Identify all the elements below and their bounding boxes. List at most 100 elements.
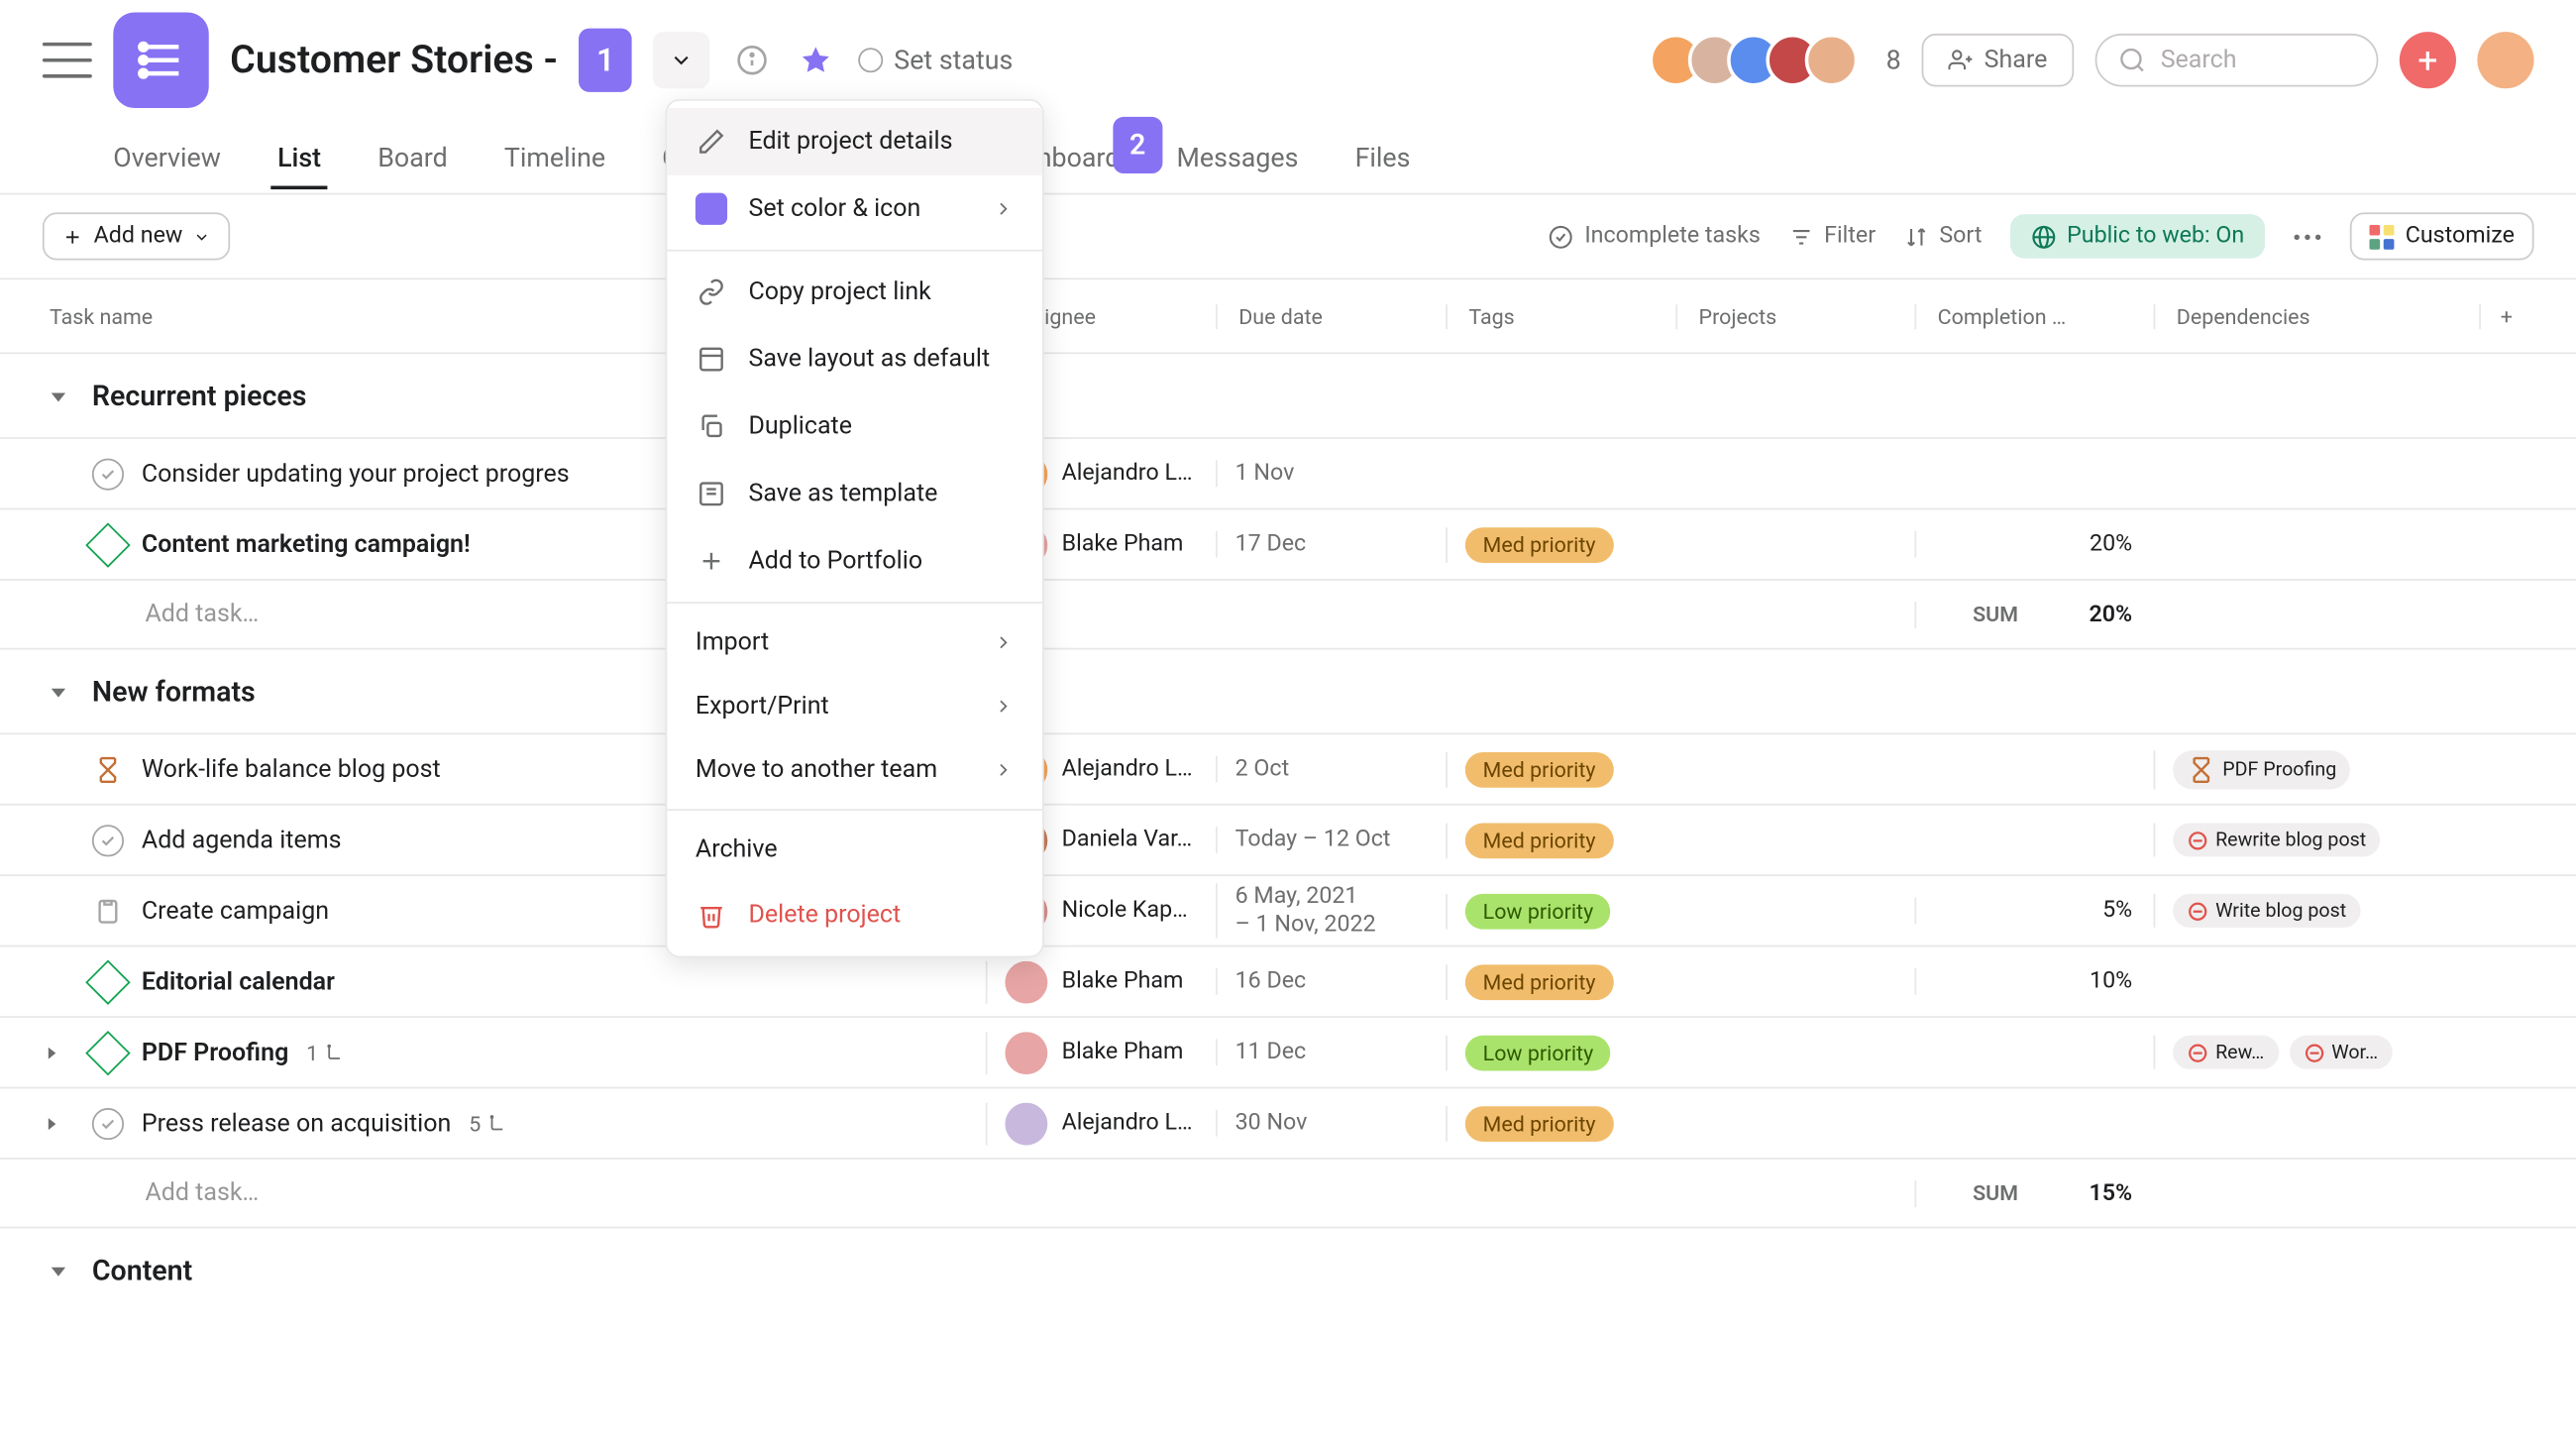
due-date-cell[interactable]: 6 May, 2021– 1 Nov, 2022 xyxy=(1216,883,1446,939)
add-task-placeholder: Add task… xyxy=(0,1178,986,1207)
color-swatch-icon xyxy=(696,193,727,225)
deps-cell[interactable]: Rew… Wor… xyxy=(2154,1036,2480,1069)
more-options[interactable] xyxy=(2294,233,2322,240)
share-button[interactable]: Share xyxy=(1922,34,2074,87)
assignee-cell[interactable]: Alejandro L… xyxy=(986,1102,1216,1145)
menu-export[interactable]: Export/Print xyxy=(667,674,1042,737)
due-date-cell[interactable]: 11 Dec xyxy=(1216,1039,1446,1066)
customize-button[interactable]: Customize xyxy=(2350,212,2533,260)
menu-add-portfolio[interactable]: Add to Portfolio xyxy=(667,527,1042,595)
task-complete-icon[interactable] xyxy=(92,458,124,490)
tab-list[interactable]: List xyxy=(270,127,328,187)
tab-files[interactable]: Files xyxy=(1347,127,1417,187)
task-row[interactable]: Work-life balance blog postAlejandro L…2… xyxy=(0,732,2576,803)
add-new-button[interactable]: Add new xyxy=(43,212,231,260)
assignee-cell[interactable]: Blake Pham xyxy=(986,960,1216,1003)
task-row[interactable]: Create campaignNicole Kap…6 May, 2021– 1… xyxy=(0,874,2576,944)
tab-board[interactable]: Board xyxy=(371,127,455,187)
set-status-button[interactable]: Set status xyxy=(859,45,1014,76)
sidebar-toggle[interactable] xyxy=(43,43,92,78)
completion-cell[interactable]: 10% xyxy=(1914,968,2153,995)
member-avatars[interactable] xyxy=(1649,34,1858,87)
col-dependencies[interactable]: Dependencies xyxy=(2154,303,2480,328)
col-completion[interactable]: Completion … xyxy=(1914,303,2153,328)
section-toggle-icon xyxy=(43,675,74,707)
dependency-pill[interactable]: Rewrite blog post xyxy=(2173,823,2380,856)
deps-cell[interactable]: Rewrite blog post xyxy=(2154,823,2480,856)
task-complete-icon[interactable] xyxy=(85,1030,130,1074)
dependency-pill[interactable]: Wor… xyxy=(2289,1036,2392,1069)
project-actions-dropdown[interactable] xyxy=(653,32,709,88)
tags-cell[interactable]: Med priority xyxy=(1446,526,1675,562)
completion-cell[interactable]: 5% xyxy=(1914,898,2153,925)
task-row[interactable]: Editorial calendarBlake Pham16 DecMed pr… xyxy=(0,945,2576,1016)
tags-cell[interactable]: Low priority xyxy=(1446,1035,1675,1070)
add-column-button[interactable]: + xyxy=(2479,303,2532,328)
due-date-cell[interactable]: 1 Nov xyxy=(1216,460,1446,488)
add-task-row[interactable]: Add task…SUM20% xyxy=(0,579,2576,649)
info-icon[interactable] xyxy=(731,39,774,81)
menu-import[interactable]: Import xyxy=(667,610,1042,674)
menu-move-team[interactable]: Move to another team xyxy=(667,738,1042,802)
section-name: Content xyxy=(92,1253,192,1286)
dependency-pill[interactable]: Rew… xyxy=(2173,1036,2278,1069)
menu-copy-link[interactable]: Copy project link xyxy=(667,259,1042,326)
deps-cell[interactable]: Write blog post xyxy=(2154,894,2480,928)
dependency-pill[interactable]: PDF Proofing xyxy=(2173,749,2350,788)
menu-duplicate[interactable]: Duplicate xyxy=(667,392,1042,460)
due-date-cell[interactable]: 2 Oct xyxy=(1216,755,1446,783)
user-avatar[interactable] xyxy=(2477,32,2533,88)
priority-tag: Low priority xyxy=(1465,1035,1611,1070)
task-row[interactable]: Consider updating your project progresAl… xyxy=(0,437,2576,507)
task-row[interactable]: Content marketing campaign!Blake Pham17 … xyxy=(0,508,2576,579)
expand-toggle[interactable] xyxy=(43,1044,71,1061)
task-complete-icon[interactable] xyxy=(92,753,124,785)
task-complete-icon[interactable] xyxy=(92,1107,124,1139)
task-row[interactable]: Add agenda itemsDaniela Var…Today – 12 O… xyxy=(0,804,2576,874)
due-date-cell[interactable]: 17 Dec xyxy=(1216,530,1446,558)
public-status[interactable]: Public to web: On xyxy=(2010,214,2266,259)
incomplete-filter[interactable]: Incomplete tasks xyxy=(1550,223,1761,250)
due-date-cell[interactable]: 30 Nov xyxy=(1216,1109,1446,1137)
task-complete-icon[interactable] xyxy=(85,959,130,1004)
search-input[interactable]: Search xyxy=(2095,34,2379,87)
sort-button[interactable]: Sort xyxy=(1904,223,1983,250)
task-row[interactable]: PDF Proofing1 Blake Pham11 DecLow priori… xyxy=(0,1016,2576,1086)
tags-cell[interactable]: Med priority xyxy=(1446,823,1675,858)
section-header[interactable]: Content xyxy=(0,1228,2576,1311)
col-projects[interactable]: Projects xyxy=(1675,303,1914,328)
tags-cell[interactable]: Med priority xyxy=(1446,751,1675,787)
menu-save-layout[interactable]: Save layout as default xyxy=(667,326,1042,393)
expand-toggle[interactable] xyxy=(43,1114,71,1132)
menu-save-template[interactable]: Save as template xyxy=(667,460,1042,527)
deps-cell[interactable]: PDF Proofing xyxy=(2154,749,2480,788)
add-task-row[interactable]: Add task…SUM15% xyxy=(0,1158,2576,1228)
tags-cell[interactable]: Med priority xyxy=(1446,1105,1675,1141)
tags-cell[interactable]: Med priority xyxy=(1446,963,1675,999)
filter-button[interactable]: Filter xyxy=(1788,223,1876,250)
task-complete-icon[interactable] xyxy=(92,824,124,855)
section-header[interactable]: New formats xyxy=(0,649,2576,732)
col-tags[interactable]: Tags xyxy=(1446,303,1675,328)
menu-delete[interactable]: Delete project xyxy=(667,881,1042,948)
due-date-cell[interactable]: 16 Dec xyxy=(1216,967,1446,995)
menu-archive[interactable]: Archive xyxy=(667,818,1042,881)
star-icon[interactable] xyxy=(795,39,837,81)
menu-edit-project[interactable]: Edit project details xyxy=(667,108,1042,175)
col-due-date[interactable]: Due date xyxy=(1216,303,1446,328)
assignee-cell[interactable]: Blake Pham xyxy=(986,1031,1216,1073)
task-complete-icon[interactable] xyxy=(92,895,124,927)
menu-set-color[interactable]: Set color & icon xyxy=(667,175,1042,243)
task-row[interactable]: Press release on acquisition5 Alejandro … xyxy=(0,1087,2576,1158)
tab-messages[interactable]: Messages xyxy=(1169,127,1305,187)
due-date-cell[interactable]: Today – 12 Oct xyxy=(1216,827,1446,854)
tags-cell[interactable]: Low priority xyxy=(1446,893,1675,929)
global-add-button[interactable]: + xyxy=(2400,32,2456,88)
section-header[interactable]: Recurrent pieces xyxy=(0,354,2576,437)
tab-timeline[interactable]: Timeline xyxy=(497,127,613,187)
tab-overview[interactable]: Overview xyxy=(106,127,228,187)
dots-icon xyxy=(2294,233,2322,240)
completion-cell[interactable]: 20% xyxy=(1914,531,2153,558)
dependency-pill[interactable]: Write blog post xyxy=(2173,894,2360,928)
task-complete-icon[interactable] xyxy=(85,521,130,566)
